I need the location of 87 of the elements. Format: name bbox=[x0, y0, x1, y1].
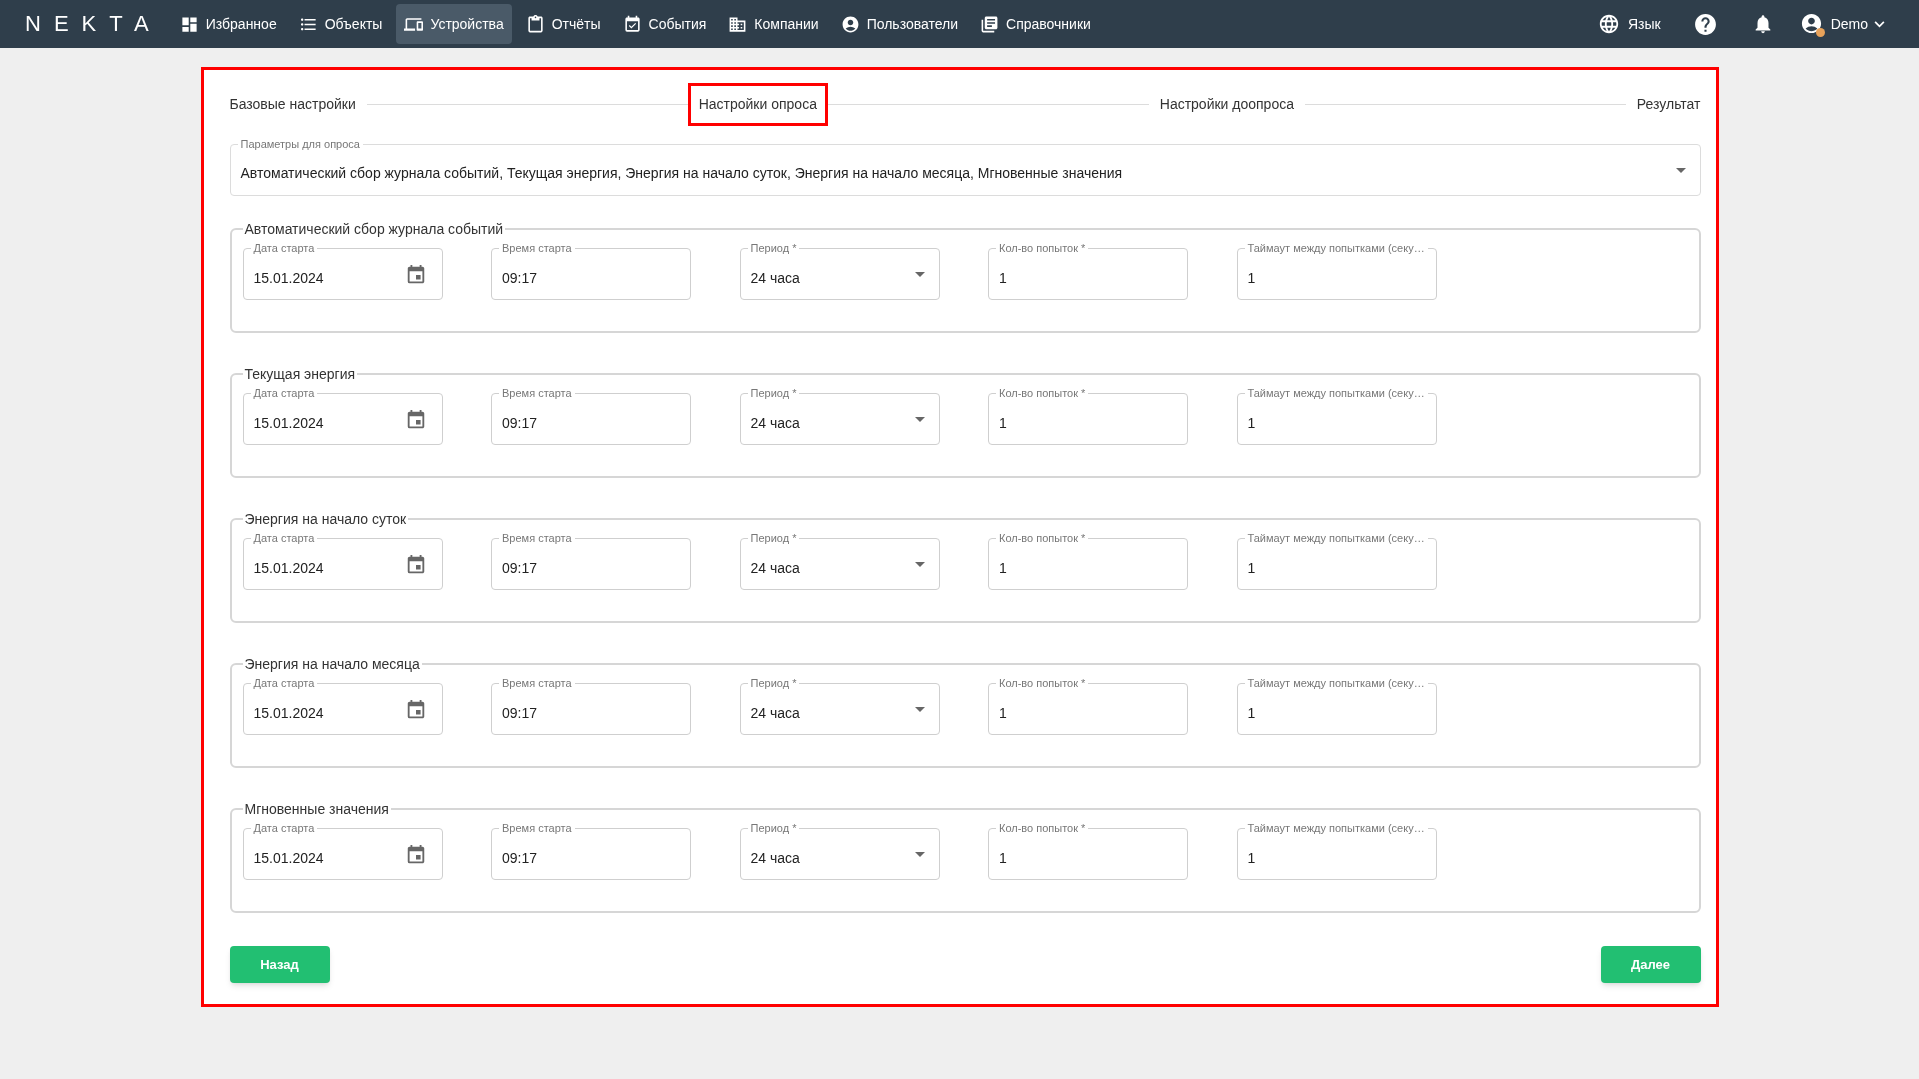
field-label: Время старта bbox=[499, 821, 575, 835]
logo[interactable]: NEKTA bbox=[25, 11, 162, 37]
field-label: Кол-во попыток * bbox=[996, 386, 1089, 400]
group-title: Энергия на начало месяца bbox=[243, 655, 421, 673]
nav-link[interactable]: Пользователи bbox=[832, 4, 967, 44]
field-value: 1 bbox=[1247, 269, 1257, 287]
building-icon bbox=[728, 14, 748, 34]
field-value: 24 часа bbox=[750, 849, 801, 867]
field-label: Период * bbox=[747, 676, 800, 690]
field-label: Дата старта bbox=[250, 386, 318, 400]
field-label: Кол-во попыток * bbox=[996, 531, 1089, 545]
field-label: Время старта bbox=[499, 531, 575, 545]
field-label: Таймаут между попытками (секу… bbox=[1244, 821, 1428, 835]
field-value: 15.01.2024 bbox=[253, 559, 325, 577]
field-value: 15.01.2024 bbox=[253, 704, 325, 722]
field-label: Кол-во попыток * bbox=[996, 241, 1089, 255]
user-avatar-icon bbox=[1799, 11, 1825, 37]
field-label: Кол-во попыток * bbox=[996, 821, 1089, 835]
field-value: 09:17 bbox=[502, 559, 539, 577]
group-title: Энергия на начало суток bbox=[243, 510, 408, 528]
caret-icon bbox=[914, 271, 925, 277]
step-label: Базовые настройки bbox=[228, 95, 357, 114]
field-label: Время старта bbox=[499, 386, 575, 400]
field-value: 24 часа bbox=[750, 414, 801, 432]
field-label: Параметры для опроса bbox=[237, 137, 363, 151]
group-title: Мгновенные значения bbox=[243, 800, 390, 818]
field-value: 15.01.2024 bbox=[253, 414, 325, 432]
help-icon[interactable] bbox=[1692, 11, 1718, 37]
field-value: 24 часа bbox=[750, 704, 801, 722]
field-value: 1 bbox=[1247, 414, 1257, 432]
group-title: Текущая энергия bbox=[243, 365, 357, 383]
globe-icon bbox=[1597, 13, 1620, 35]
field-label: Время старта bbox=[499, 676, 575, 690]
nav-link[interactable]: Избранное bbox=[171, 4, 285, 44]
field-value: 09:17 bbox=[502, 704, 539, 722]
nav-link[interactable]: Отчёты bbox=[517, 4, 609, 44]
field-value: 1 bbox=[1247, 704, 1257, 722]
language-button[interactable]: Язык bbox=[1597, 13, 1661, 35]
field-label: Дата старта bbox=[250, 531, 318, 545]
field-label: Дата старта bbox=[250, 821, 318, 835]
books-icon bbox=[980, 14, 1000, 34]
field-value: 1 bbox=[999, 269, 1008, 287]
field-value: 1 bbox=[1247, 849, 1257, 867]
nav-link[interactable]: Компании bbox=[720, 4, 827, 44]
caret-icon bbox=[914, 561, 925, 567]
field-value: 15.01.2024 bbox=[253, 849, 325, 867]
step-label: Результат bbox=[1635, 95, 1702, 114]
field-label: Период * bbox=[747, 386, 800, 400]
field-label: Таймаут между попытками (секу… bbox=[1244, 676, 1428, 690]
caret-icon bbox=[1675, 167, 1686, 173]
field-label: Таймаут между попытками (секу… bbox=[1244, 241, 1428, 255]
field-value: Автоматический сбор журнала событий, Текущая энергия, Энергия на начало суток, Энергия на начало месяца, Мгновенные значения bbox=[240, 164, 1124, 182]
user-menu[interactable]: Demo bbox=[1799, 11, 1885, 37]
nav-link[interactable]: Справочники bbox=[972, 4, 1099, 44]
field-label: Кол-во попыток * bbox=[996, 676, 1089, 690]
step-label: Настройки опроса bbox=[687, 83, 828, 126]
field-label: Таймаут между попытками (секу… bbox=[1244, 386, 1428, 400]
field-value: 1 bbox=[999, 849, 1008, 867]
dashboard-icon bbox=[179, 14, 199, 34]
field-label: Время старта bbox=[499, 241, 575, 255]
field-value: 24 часа bbox=[750, 269, 801, 287]
group-title: Автоматический сбор журнала событий bbox=[243, 220, 505, 238]
caret-icon bbox=[914, 851, 925, 857]
field-label: Дата старта bbox=[250, 241, 318, 255]
nav-link[interactable]: События bbox=[614, 4, 715, 44]
caret-icon bbox=[914, 706, 925, 712]
chevron-down-icon bbox=[1874, 20, 1885, 28]
field-value: 15.01.2024 bbox=[253, 269, 325, 287]
field-value: 1 bbox=[999, 704, 1008, 722]
nav-link[interactable]: Устройства bbox=[396, 4, 512, 44]
field-value: 1 bbox=[999, 559, 1008, 577]
step-label: Настройки доопроса bbox=[1158, 95, 1295, 114]
field-value: 09:17 bbox=[502, 849, 539, 867]
nav-link[interactable]: Объекты bbox=[290, 4, 391, 44]
caret-icon bbox=[914, 416, 925, 422]
field-label: Период * bbox=[747, 241, 800, 255]
field-label: Период * bbox=[747, 821, 800, 835]
field-value: 1 bbox=[999, 414, 1008, 432]
field-value: 09:17 bbox=[502, 414, 539, 432]
clipboard-icon bbox=[525, 14, 545, 34]
field-value: 24 часа bbox=[750, 559, 801, 577]
calendar-check-icon bbox=[622, 14, 642, 34]
field-label: Дата старта bbox=[250, 676, 318, 690]
field-label: Таймаут между попытками (секу… bbox=[1244, 531, 1428, 545]
field-label: Период * bbox=[747, 531, 800, 545]
field-value: 09:17 bbox=[502, 269, 539, 287]
field-value: 1 bbox=[1247, 559, 1257, 577]
